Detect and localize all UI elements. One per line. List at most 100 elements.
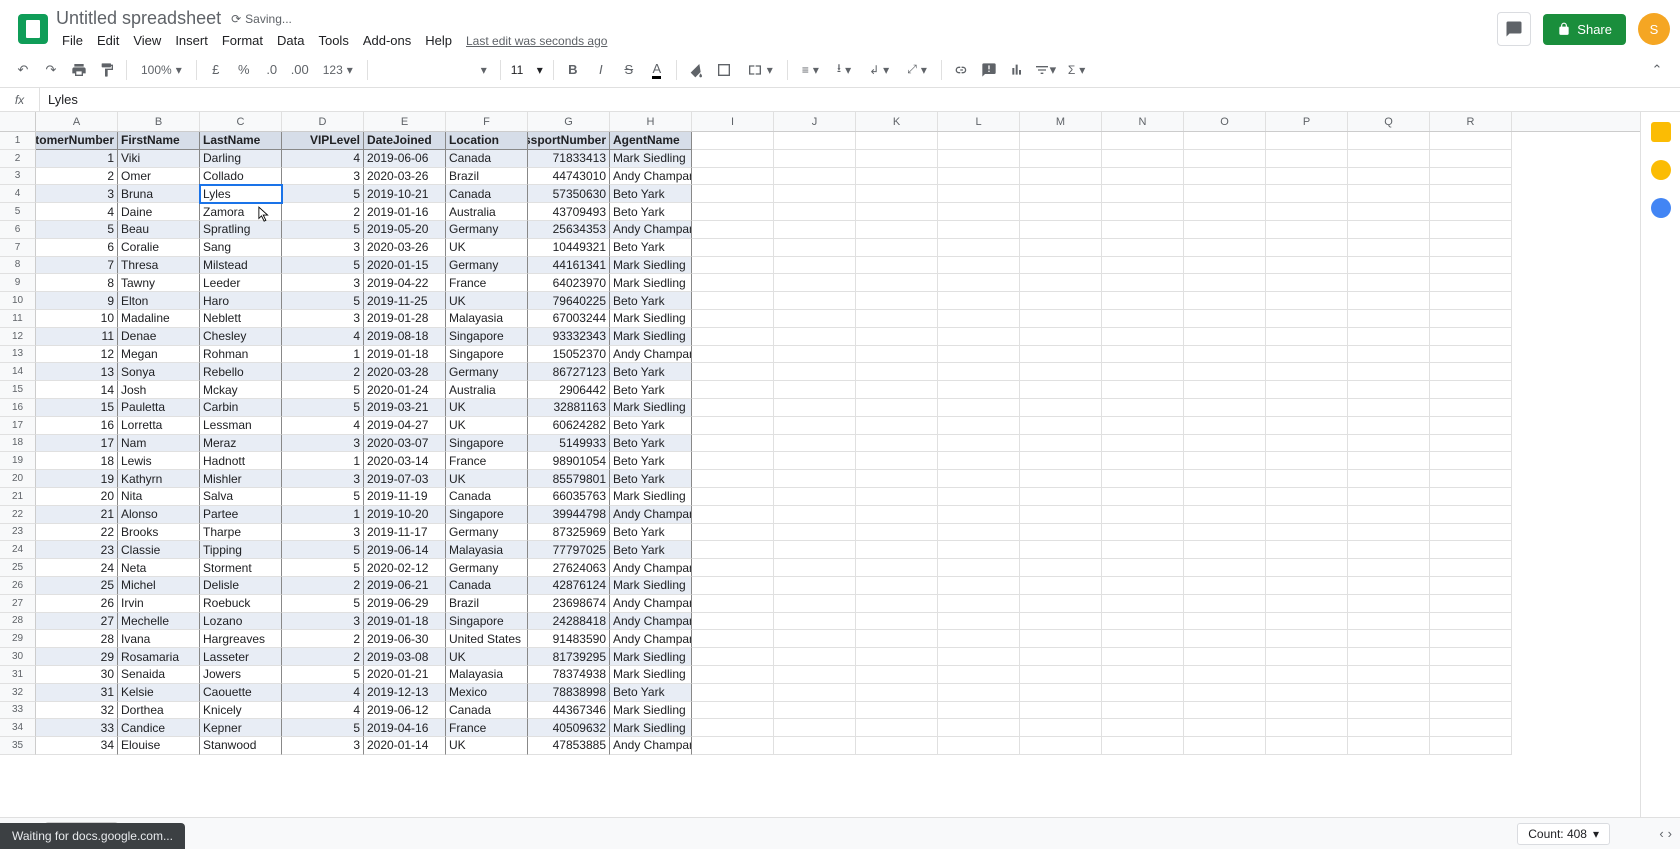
cell[interactable] [1102,150,1184,168]
cell[interactable]: Josh [118,381,200,399]
cell[interactable]: 66035763 [528,488,610,506]
horizontal-align-button[interactable]: ≡▾ [794,57,827,83]
document-title[interactable]: Untitled spreadsheet [56,8,221,29]
cell[interactable]: 43709493 [528,203,610,221]
cell[interactable] [774,506,856,524]
cell[interactable] [774,221,856,239]
cell[interactable] [1266,702,1348,720]
row-header[interactable]: 25 [0,559,36,577]
cell[interactable] [774,541,856,559]
cell[interactable] [692,541,774,559]
cell[interactable] [1430,666,1512,684]
row-header[interactable]: 12 [0,328,36,346]
cell[interactable] [1184,346,1266,364]
cell[interactable]: Germany [446,559,528,577]
cell[interactable] [1430,595,1512,613]
cell[interactable] [856,630,938,648]
cell[interactable] [938,559,1020,577]
column-header-A[interactable]: A [36,112,118,131]
cell[interactable]: 12 [36,346,118,364]
cell[interactable]: Spratling [200,221,282,239]
insert-chart-button[interactable] [1004,57,1030,83]
cell[interactable]: Mark Siedling [610,274,692,292]
cell[interactable]: 9 [36,292,118,310]
cell[interactable]: Elouise [118,737,200,755]
column-header-I[interactable]: I [692,112,774,131]
cell[interactable] [774,417,856,435]
menu-format[interactable]: Format [216,31,269,50]
column-header-Q[interactable]: Q [1348,112,1430,131]
cell[interactable] [1102,185,1184,203]
cell[interactable] [1348,346,1430,364]
cell[interactable]: Tawny [118,274,200,292]
row-header[interactable]: 27 [0,595,36,613]
cell[interactable] [1020,577,1102,595]
cell[interactable]: Mark Siedling [610,666,692,684]
scroll-left-button[interactable]: ‹ [1659,826,1663,841]
cell[interactable] [1102,328,1184,346]
cell[interactable]: 5 [282,541,364,559]
cell[interactable] [1348,310,1430,328]
column-header-C[interactable]: C [200,112,282,131]
cell[interactable] [1348,684,1430,702]
cell[interactable]: 78374938 [528,666,610,684]
row-header[interactable]: 13 [0,346,36,364]
cell[interactable]: UK [446,239,528,257]
cell[interactable] [1430,310,1512,328]
cell[interactable]: 6 [36,239,118,257]
cell[interactable] [774,274,856,292]
cell[interactable]: Andy Champan [610,221,692,239]
cell[interactable] [1266,239,1348,257]
cell[interactable]: 2 [282,363,364,381]
increase-decimal-button[interactable]: .00 [287,57,313,83]
cell[interactable] [856,559,938,577]
cell[interactable] [856,168,938,186]
cell[interactable]: Germany [446,363,528,381]
cell[interactable] [1266,185,1348,203]
row-header[interactable]: 32 [0,684,36,702]
font-size-select[interactable]: 11▾ [507,57,547,83]
cell[interactable] [938,648,1020,666]
cell[interactable]: France [446,274,528,292]
cell[interactable]: 32881163 [528,399,610,417]
cell[interactable]: Beto Yark [610,417,692,435]
cell[interactable] [856,666,938,684]
row-header[interactable]: 7 [0,239,36,257]
cell[interactable]: Haro [200,292,282,310]
cell[interactable] [1430,346,1512,364]
decrease-decimal-button[interactable]: .0 [259,57,285,83]
cell[interactable] [1430,719,1512,737]
italic-button[interactable]: I [588,57,614,83]
cell[interactable]: 2020-01-24 [364,381,446,399]
cell[interactable] [774,435,856,453]
row-header[interactable]: 26 [0,577,36,595]
cell[interactable] [1184,613,1266,631]
cell[interactable] [1020,506,1102,524]
cell[interactable] [1266,274,1348,292]
cell[interactable] [938,292,1020,310]
cell[interactable]: 15052370 [528,346,610,364]
cell[interactable]: Coralie [118,239,200,257]
cell[interactable] [1266,435,1348,453]
cell[interactable] [1348,150,1430,168]
cell[interactable] [1348,702,1430,720]
menu-tools[interactable]: Tools [312,31,354,50]
cell[interactable]: Beto Yark [610,435,692,453]
borders-button[interactable] [711,57,737,83]
cell[interactable] [1020,292,1102,310]
cell[interactable] [1184,132,1266,150]
cell[interactable]: Dorthea [118,702,200,720]
cell[interactable]: 86727123 [528,363,610,381]
cell[interactable] [856,613,938,631]
cell[interactable] [1430,257,1512,275]
cell[interactable] [856,684,938,702]
column-header-N[interactable]: N [1102,112,1184,131]
cell[interactable] [938,524,1020,542]
cell[interactable]: 44743010 [528,168,610,186]
cell[interactable]: 3 [282,239,364,257]
cell[interactable] [856,452,938,470]
cell[interactable]: 2019-04-27 [364,417,446,435]
cell[interactable]: Sonya [118,363,200,381]
insert-link-button[interactable] [948,57,974,83]
collapse-toolbar-button[interactable]: ⌃ [1644,57,1670,83]
